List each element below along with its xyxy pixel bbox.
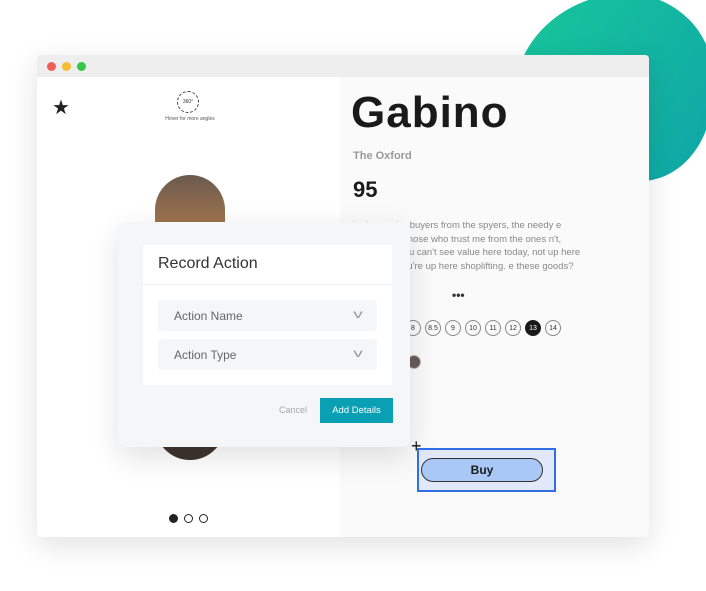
size-option[interactable]: 11	[485, 320, 501, 336]
size-option[interactable]: 8.5	[425, 320, 441, 336]
dialog-body: Record Action Action Name v Action Type …	[143, 245, 392, 385]
record-action-dialog: Record Action Action Name v Action Type …	[118, 222, 410, 447]
pager-dot[interactable]	[199, 514, 208, 523]
buy-button[interactable]: Buy	[421, 458, 543, 482]
action-name-select[interactable]: Action Name v	[158, 300, 377, 331]
dialog-title: Record Action	[143, 245, 392, 285]
size-option[interactable]: 14	[545, 320, 561, 336]
close-button[interactable]	[47, 61, 56, 71]
more-icon[interactable]: •••	[452, 288, 465, 302]
minimize-button[interactable]	[62, 61, 71, 71]
rotate-360-icon[interactable]: 360°	[177, 91, 199, 113]
add-details-button[interactable]: Add Details	[320, 398, 393, 423]
product-price: 95	[353, 177, 378, 202]
title-bar	[37, 55, 649, 77]
product-name: Gabino	[351, 88, 509, 137]
action-name-placeholder: Action Name	[174, 309, 243, 323]
size-option[interactable]: 12	[505, 320, 521, 336]
gallery-pager	[169, 514, 208, 523]
buy-button-highlight: Buy	[417, 448, 556, 492]
hover-hint: Hover for more angles	[165, 116, 215, 122]
chevron-down-icon: v	[353, 346, 363, 360]
cancel-button[interactable]: Cancel	[279, 405, 307, 415]
product-subtitle: The Oxford	[353, 150, 412, 162]
star-icon[interactable]: ★	[52, 95, 70, 120]
pager-dot[interactable]	[169, 514, 178, 523]
size-selector: 7 8 8.5 9 10 11 12 13 14	[385, 320, 561, 336]
size-option[interactable]: 10	[465, 320, 481, 336]
maximize-button[interactable]	[77, 61, 86, 71]
chevron-down-icon: v	[353, 307, 363, 321]
size-option-selected[interactable]: 13	[525, 320, 541, 336]
action-type-select[interactable]: Action Type v	[158, 339, 377, 370]
crosshair-cursor-icon: +	[411, 436, 422, 456]
pager-dot[interactable]	[184, 514, 193, 523]
size-option[interactable]: 9	[445, 320, 461, 336]
action-type-placeholder: Action Type	[174, 348, 237, 362]
